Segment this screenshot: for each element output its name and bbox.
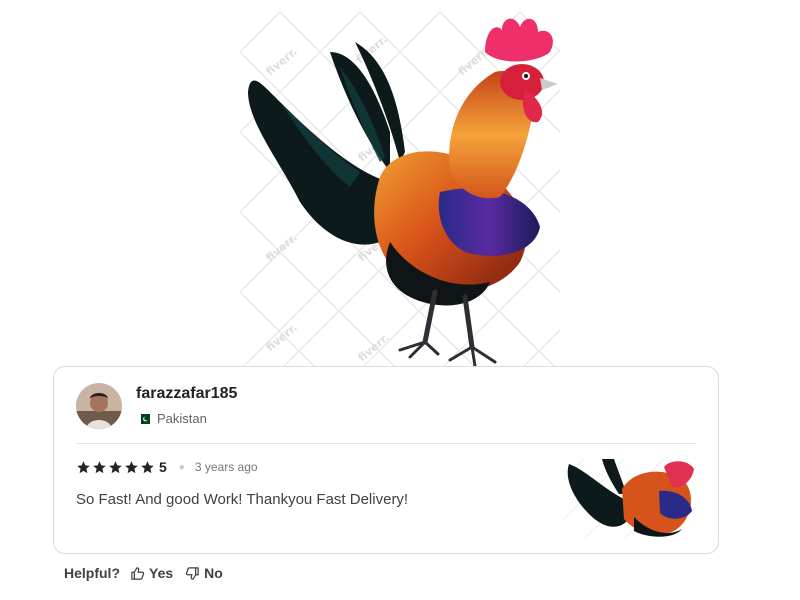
helpful-no-button[interactable]: No <box>185 565 223 581</box>
star-icon <box>108 460 123 475</box>
rating-row: 5 ● 3 years ago <box>76 459 258 475</box>
star-icon <box>140 460 155 475</box>
star-icon <box>92 460 107 475</box>
rooster-illustration: fiverr. fiverr. fiverr. fiverr. fiverr. … <box>240 12 560 370</box>
review-card: farazzafar185 Pakistan 5 ● 3 years ago S… <box>53 366 719 554</box>
reviewer-avatar[interactable] <box>76 383 122 429</box>
svg-text:fiverr.: fiverr. <box>264 45 300 78</box>
thumbs-up-icon <box>130 566 145 581</box>
reviewer-username[interactable]: farazzafar185 <box>136 385 237 403</box>
divider <box>76 443 696 444</box>
thumbs-down-icon <box>185 566 200 581</box>
pakistan-flag-icon <box>138 413 150 424</box>
country-label: Pakistan <box>157 411 207 426</box>
helpful-row: Helpful? Yes No <box>64 565 235 581</box>
yes-label: Yes <box>149 565 174 581</box>
review-text: So Fast! And good Work! Thankyou Fast De… <box>76 491 409 508</box>
rooster-thumbnail[interactable] <box>564 459 696 539</box>
svg-text:fiverr.: fiverr. <box>264 321 300 354</box>
review-time: 3 years ago <box>194 460 258 474</box>
star-icon <box>76 460 91 475</box>
svg-text:fiverr.: fiverr. <box>264 231 300 264</box>
helpful-label: Helpful? <box>64 565 120 581</box>
rating-value: 5 <box>159 459 167 475</box>
star-icon <box>124 460 139 475</box>
helpful-yes-button[interactable]: Yes <box>130 565 173 581</box>
svg-text:fiverr.: fiverr. <box>356 331 392 364</box>
star-rating <box>76 460 155 475</box>
separator-dot: ● <box>178 461 185 473</box>
no-label: No <box>204 565 223 581</box>
reviewer-country: Pakistan <box>138 411 207 426</box>
